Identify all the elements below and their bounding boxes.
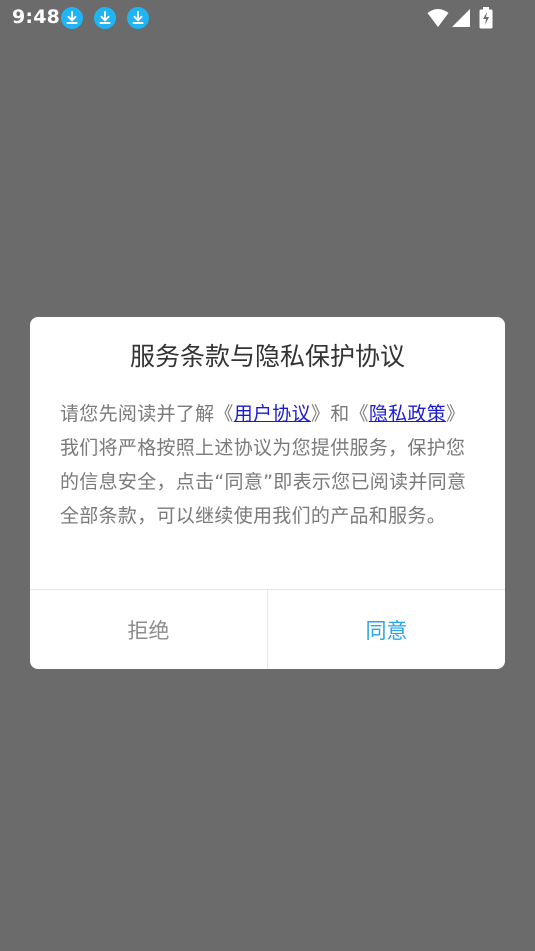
download-icon [61,7,83,29]
download-icon [94,7,116,29]
terms-dialog: 服务条款与隐私保护协议 请您先阅读并了解《用户协议》和《隐私政策》我们将严格按照… [30,317,505,669]
download-icon [127,7,149,29]
system-status-icons [427,7,497,29]
dialog-title: 服务条款与隐私保护协议 [129,342,405,371]
agree-button[interactable]: 同意 [268,590,505,669]
status-time: 9:48 [12,6,61,28]
reject-button[interactable]: 拒绝 [30,590,267,669]
battery-charging-icon [479,7,493,29]
privacy-policy-link[interactable]: 隐私政策 [369,403,446,425]
body-middle: 》和《 [310,403,369,425]
status-bar: 9:48 [0,0,535,36]
signal-icon [452,9,470,27]
user-agreement-link[interactable]: 用户协议 [234,403,311,425]
dialog-body: 请您先阅读并了解《用户协议》和《隐私政策》我们将严格按照上述协议为您提供服务，保… [60,397,480,533]
wifi-icon [427,9,449,27]
body-prefix: 请您先阅读并了解《 [60,403,234,425]
